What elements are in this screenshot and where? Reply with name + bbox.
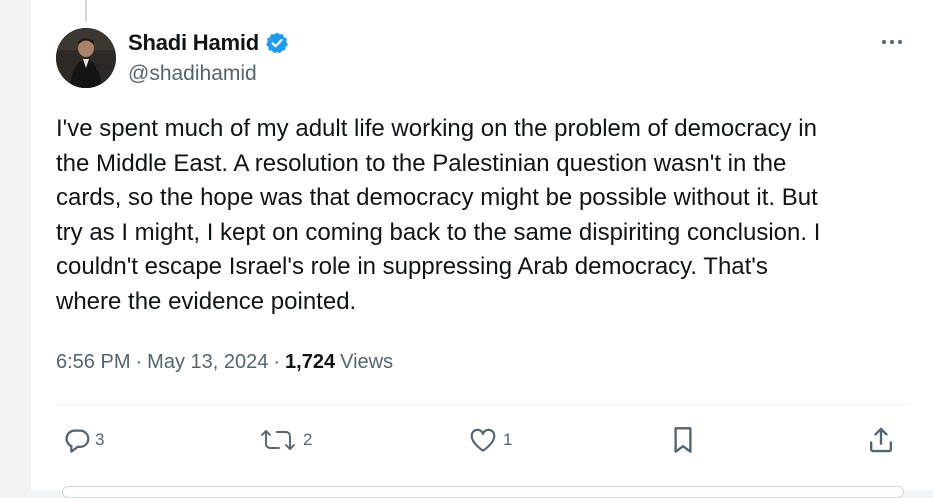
thread-connector-line: [85, 0, 87, 22]
reply-count: 3: [95, 430, 105, 449]
tweet-text-line: try as I might, I kept on coming back to…: [56, 218, 821, 246]
divider: [56, 404, 908, 405]
share-button[interactable]: [866, 424, 896, 456]
reply-button[interactable]: 3: [62, 424, 104, 456]
tweet-meta: 6:56 PM · May 13, 2024 · 1,724 Views: [56, 351, 393, 374]
reply-composer-edge[interactable]: [62, 486, 904, 498]
tweet-time[interactable]: 6:56 PM: [56, 351, 130, 374]
avatar[interactable]: [56, 28, 116, 88]
views-label: Views: [340, 351, 394, 373]
like-button[interactable]: 1: [466, 424, 512, 456]
tweet-text-line: cards, so the hope was that democracy mi…: [56, 184, 818, 211]
bookmark-button[interactable]: [668, 424, 698, 456]
tweet-text-line: I've spent much of my adult life working…: [56, 115, 817, 142]
repost-count: 2: [303, 430, 313, 449]
tweet-text: I've spent much of my adult life working…: [56, 112, 916, 319]
author-name-row[interactable]: Shadi Hamid: [128, 30, 289, 56]
author-handle[interactable]: @shadihamid: [128, 62, 257, 86]
tweet-text-line: the Middle East. A resolution to the Pal…: [56, 149, 787, 177]
tweet-text-line: couldn't escape Israel's role in suppres…: [56, 253, 768, 280]
tweet-date[interactable]: May 13, 2024: [147, 351, 268, 374]
heart-icon: [466, 425, 500, 455]
bookmark-icon: [668, 424, 698, 456]
more-options-icon[interactable]: [876, 30, 908, 54]
views-count: 1,724: [285, 351, 336, 373]
meta-separator: ·: [135, 351, 143, 373]
verified-badge-icon: [265, 31, 289, 55]
author-display-name[interactable]: Shadi Hamid: [128, 30, 259, 56]
like-count: 1: [503, 430, 513, 449]
repost-button[interactable]: 2: [256, 424, 312, 456]
tweet-text-line: where the evidence pointed.: [56, 287, 357, 315]
share-icon: [866, 424, 896, 456]
reply-icon: [62, 425, 92, 455]
meta-separator: ·: [273, 351, 281, 373]
repost-icon: [256, 425, 300, 455]
